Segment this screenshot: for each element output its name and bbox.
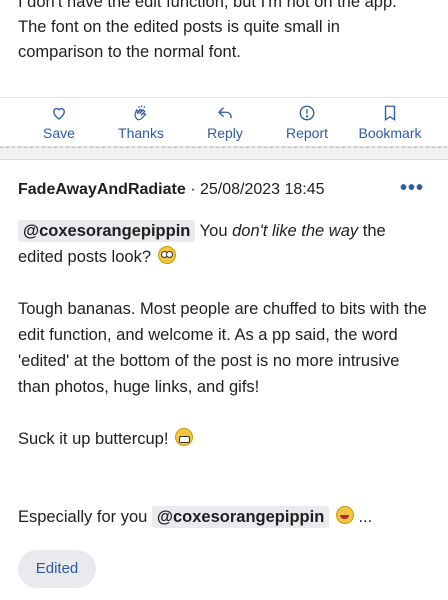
post-paragraph: Especially for you @coxesorangepippin ..… <box>18 504 430 530</box>
bookmark-label: Bookmark <box>358 125 422 141</box>
clapping-hands-icon <box>134 105 147 121</box>
reply-arrow-icon <box>218 107 232 119</box>
post-text: You <box>195 222 233 240</box>
edited-badge[interactable]: Edited <box>18 550 96 588</box>
previous-post-line: comparison to the normal font. <box>18 43 241 61</box>
post-separator <box>0 146 448 160</box>
thanks-label: Thanks <box>118 125 164 141</box>
post-paragraph: Tough bananas. Most people are chuffed t… <box>18 300 427 396</box>
report-label: Report <box>285 125 329 141</box>
user-mention[interactable]: @coxesorangepippin <box>18 220 196 242</box>
thanks-button[interactable]: Thanks <box>114 104 168 144</box>
header-separator: · <box>185 181 200 198</box>
user-mention[interactable]: @coxesorangepippin <box>151 506 330 528</box>
post-text: Especially for you <box>18 508 152 526</box>
more-options-icon[interactable]: ••• <box>400 178 424 198</box>
grimacing-emoji <box>175 428 194 446</box>
post-body: @coxesorangepippin You don't like the wa… <box>18 218 430 530</box>
rolling-eyes-emoji <box>157 246 176 264</box>
reply-label: Reply <box>207 125 243 141</box>
previous-post-line: I don't have the edit function, but I'm … <box>18 0 397 11</box>
heart-icon <box>53 107 65 120</box>
author-name[interactable]: FadeAwayAndRadiate <box>18 181 186 198</box>
dashed-divider <box>0 147 448 148</box>
post-text: Suck it up buttercup! <box>18 430 174 448</box>
post-header: FadeAwayAndRadiate · 25/08/2023 18:45 ••… <box>18 178 428 201</box>
post-action-bar: Save Thanks Reply Report Bookmark <box>0 97 448 147</box>
bookmark-icon <box>384 105 396 122</box>
laughing-emoji <box>335 506 354 524</box>
report-icon <box>299 105 315 121</box>
previous-post-text: I don't have the edit function, but I'm … <box>18 0 428 65</box>
post-text: edited posts look? <box>18 248 156 266</box>
save-button[interactable]: Save <box>40 104 78 144</box>
save-label: Save <box>43 125 75 141</box>
post-text-emphasis: don't like the way <box>232 222 359 240</box>
thread-page: I don't have the edit function, but I'm … <box>0 0 448 600</box>
post-paragraph: Suck it up buttercup! <box>18 426 430 452</box>
previous-post-line: The font on the edited posts is quite sm… <box>18 18 340 36</box>
post-text: ... <box>353 508 373 526</box>
post-text: the <box>358 222 386 240</box>
bookmark-button[interactable]: Bookmark <box>353 104 427 144</box>
reply-button[interactable]: Reply <box>202 104 248 144</box>
report-button[interactable]: Report <box>282 104 332 144</box>
post-paragraph: @coxesorangepippin You don't like the wa… <box>18 218 430 270</box>
post-timestamp: 25/08/2023 18:45 <box>199 181 325 198</box>
